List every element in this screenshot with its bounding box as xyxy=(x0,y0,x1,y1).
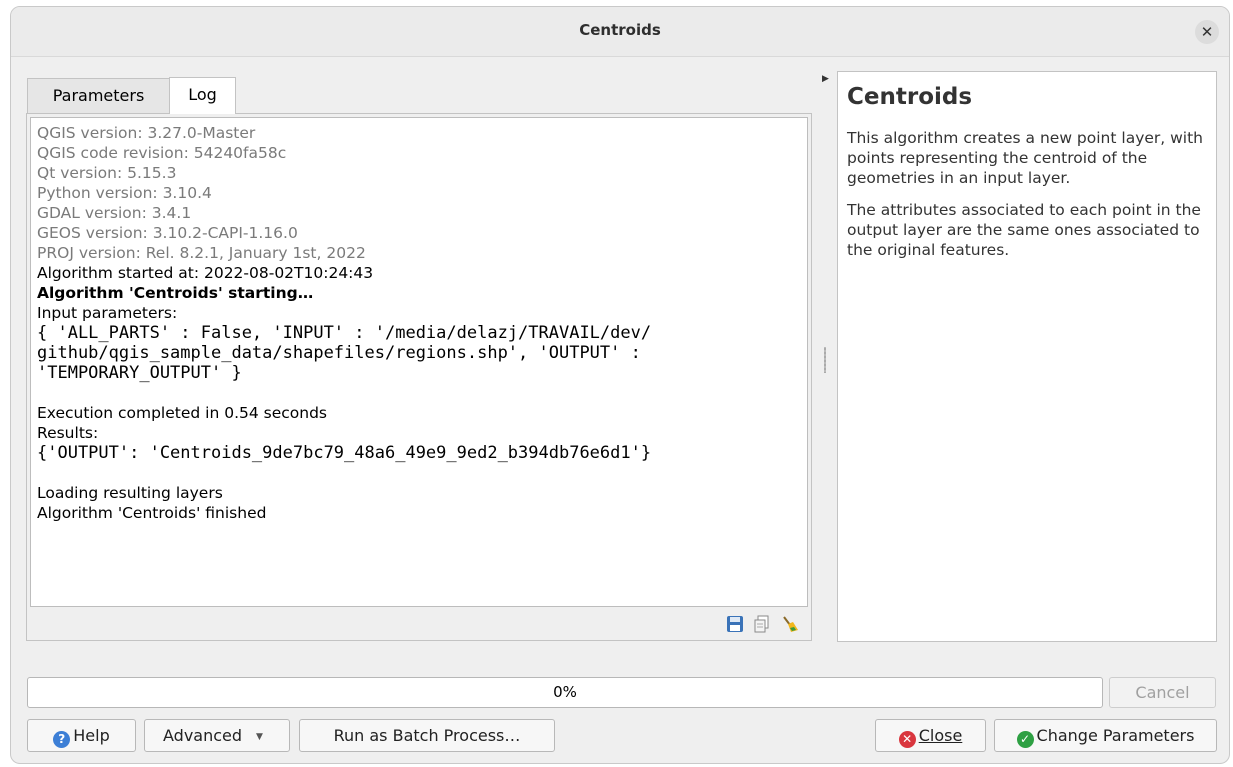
help-panel: Centroids This algorithm creates a new p… xyxy=(837,71,1217,642)
progress-label: 0% xyxy=(553,683,577,701)
log-line: { 'ALL_PARTS' : False, 'INPUT' : '/media… xyxy=(37,323,652,343)
save-log-icon[interactable] xyxy=(726,615,744,633)
log-line: Qt version: 5.15.3 xyxy=(37,164,177,182)
help-paragraph: The attributes associated to each point … xyxy=(847,201,1201,259)
help-button[interactable]: ? Help xyxy=(27,719,136,752)
change-parameters-button[interactable]: ✓ Change Parameters xyxy=(994,719,1217,752)
collapse-arrow-icon[interactable]: ▶ xyxy=(822,74,829,84)
help-button-label: Help xyxy=(73,726,110,745)
log-line: Algorithm started at: 2022-08-02T10:24:4… xyxy=(37,264,374,282)
advanced-button-label: Advanced xyxy=(163,726,243,745)
log-toolbar xyxy=(711,611,811,637)
log-blank-line xyxy=(37,463,801,483)
log-line: GDAL version: 3.4.1 xyxy=(37,204,192,222)
close-button-label: Close xyxy=(918,726,963,745)
log-line: Results: xyxy=(37,424,99,442)
tab-log[interactable]: Log xyxy=(169,77,236,114)
log-line: Algorithm 'Centroids' finished xyxy=(37,504,267,522)
log-line: QGIS version: 3.27.0-Master xyxy=(37,124,256,142)
batch-process-button[interactable]: Run as Batch Process… xyxy=(299,719,555,752)
title-bar: Centroids ✕ xyxy=(11,7,1229,57)
log-line: Loading resulting layers xyxy=(37,484,223,502)
log-line: Python version: 3.10.4 xyxy=(37,184,212,202)
log-panel: QGIS version: 3.27.0-Master QGIS code rev… xyxy=(26,113,812,641)
cancel-button[interactable]: Cancel xyxy=(1109,677,1216,708)
window-close-icon[interactable]: ✕ xyxy=(1195,20,1219,44)
tab-parameters[interactable]: Parameters xyxy=(27,78,170,113)
log-line: PROJ version: Rel. 8.2.1, January 1st, 2… xyxy=(37,244,366,262)
log-line: Algorithm 'Centroids' starting… xyxy=(37,284,314,302)
centroids-dialog: Centroids ✕ Parameters Log QGIS version:… xyxy=(10,6,1230,764)
dropdown-arrow-icon: ▼ xyxy=(256,732,263,742)
splitter-handle[interactable] xyxy=(824,347,826,373)
help-icon: ? xyxy=(53,731,71,748)
log-line: Execution completed in 0.54 seconds xyxy=(37,404,328,422)
log-line: Input parameters: xyxy=(37,304,178,322)
window-title: Centroids xyxy=(579,21,661,39)
copy-log-icon[interactable] xyxy=(753,615,771,633)
advanced-button[interactable]: Advanced ▼ xyxy=(144,719,290,752)
log-line: github/qgis_sample_data/shapefiles/regio… xyxy=(37,343,641,363)
log-line: 'TEMPORARY_OUTPUT' } xyxy=(37,363,242,383)
clear-log-icon[interactable] xyxy=(781,615,799,633)
log-line: QGIS code revision: 54240fa58c xyxy=(37,144,287,162)
log-text-area[interactable]: QGIS version: 3.27.0-Master QGIS code rev… xyxy=(30,117,808,607)
progress-bar: 0% xyxy=(27,677,1103,708)
log-blank-line xyxy=(37,383,801,403)
change-parameters-label: Change Parameters xyxy=(1036,726,1195,745)
log-line: {'OUTPUT': 'Centroids_9de7bc79_48a6_49e9… xyxy=(37,443,652,463)
close-button[interactable]: ✕ Close xyxy=(875,719,986,752)
help-title: Centroids xyxy=(847,84,973,110)
check-circle-icon: ✓ xyxy=(1016,731,1034,748)
close-circle-icon: ✕ xyxy=(898,731,916,748)
help-paragraph: This algorithm creates a new point layer… xyxy=(847,129,1204,187)
log-line: GEOS version: 3.10.2-CAPI-1.16.0 xyxy=(37,224,298,242)
